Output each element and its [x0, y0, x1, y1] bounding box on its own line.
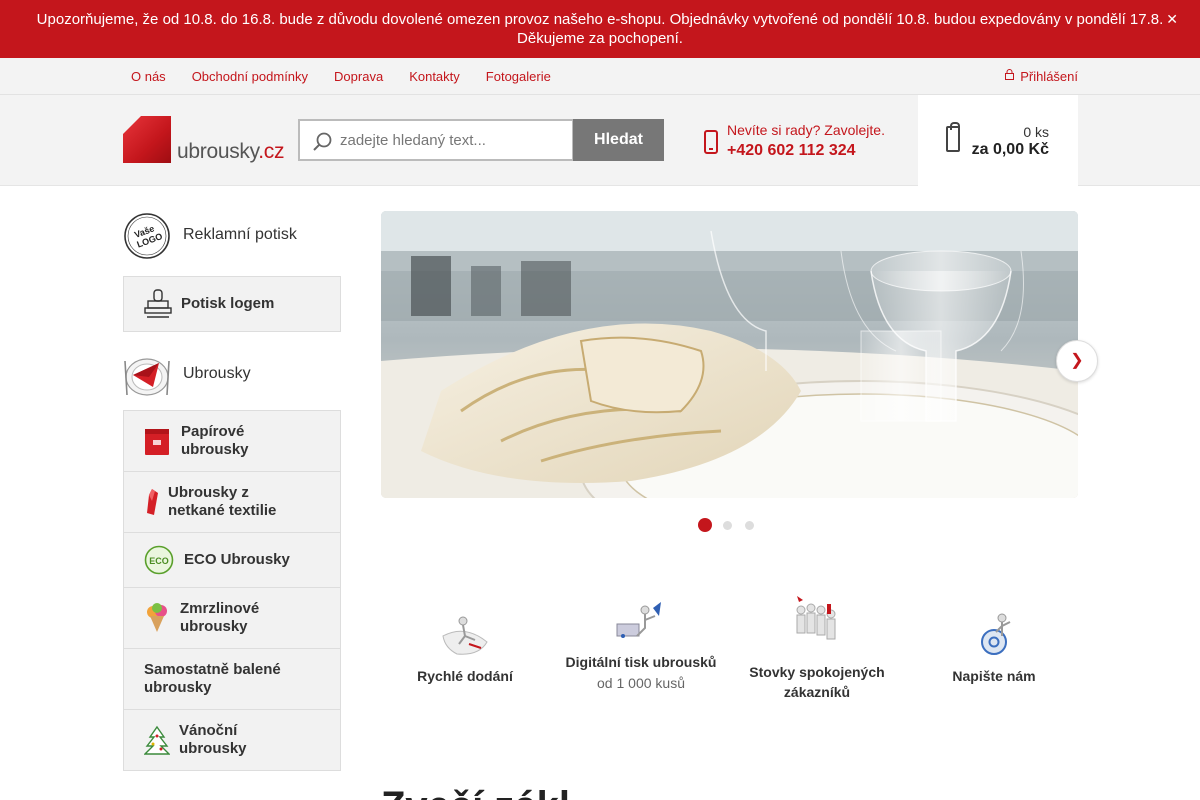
benefit-title: Digitální tisk ubrousků — [565, 654, 717, 670]
cart-count: 0 ks — [1023, 124, 1049, 140]
sidebar-heading-reklamni-potisk[interactable]: Vaše LOGO Reklamní potisk — [123, 211, 341, 261]
slider-dot-2[interactable] — [723, 520, 732, 530]
napkin-pack-icon — [145, 429, 169, 455]
logo-badge-icon: Vaše LOGO — [124, 213, 170, 259]
benefit-rychle-dodani: Rychlé dodání — [377, 596, 553, 686]
header: ubrousky.cz Hledat Nevíte si rady? Zavol… — [0, 95, 1200, 186]
benefit-digitalni-tisk: Digitální tisk ubrousků od 1 000 kusů — [553, 596, 729, 691]
logo-text: ubrousky.cz — [177, 140, 285, 163]
help-question: Nevíte si rady? Zavolejte. — [727, 122, 885, 138]
ice-cream-icon — [147, 603, 167, 632]
nav-link-kontakty[interactable]: Kontakty — [396, 69, 473, 84]
notice-bar: Upozorňujeme, že od 10.8. do 16.8. bude … — [0, 0, 1200, 58]
hero-image — [381, 211, 1078, 498]
site-logo[interactable]: ubrousky.cz — [123, 116, 285, 164]
sidebar-heading-label: Ubrousky — [183, 365, 251, 382]
eco-icon: ECO — [144, 545, 174, 575]
search-field — [298, 119, 574, 161]
sidebar-item-samostatne[interactable]: Samostatně balené ubrousky — [124, 649, 340, 710]
benefit-title: Rychlé dodání — [417, 668, 513, 684]
slider-dot-1[interactable] — [698, 518, 712, 532]
nav-link-obchodni-podminky[interactable]: Obchodní podmínky — [179, 69, 321, 84]
sidebar-heading-label: Reklamní potisk — [183, 226, 297, 243]
shopping-bag-icon — [946, 122, 960, 152]
slider-dot-3[interactable] — [745, 520, 754, 530]
sidebar-item-eco[interactable]: ECO ECO Ubrousky — [124, 533, 340, 588]
benefit-subtitle: od 1 000 kusů — [597, 675, 685, 691]
nav-link-fotogalerie[interactable]: Fotogalerie — [473, 69, 564, 84]
login-label: Přihlášení — [1020, 68, 1078, 84]
sidebar-item-label: Vánoční ubrousky — [179, 722, 247, 757]
benefit-title: Napište nám — [952, 668, 1036, 684]
cart-total: za 0,00 Kč — [971, 141, 1049, 158]
close-icon[interactable]: ✕ — [1166, 10, 1178, 29]
benefit-napiste-nam[interactable]: Napište nám — [906, 596, 1082, 686]
slider-pagination — [698, 518, 767, 532]
stamp-icon — [144, 289, 172, 318]
top-links: O nás Obchodní podmínky Doprava Kontakty… — [118, 58, 564, 94]
search-icon — [312, 131, 332, 151]
hero-slider[interactable] — [381, 211, 1078, 498]
search-form: Hledat — [298, 119, 664, 161]
napkin-fold-icon — [147, 489, 158, 515]
sidebar-heading-ubrousky[interactable]: Ubrousky — [123, 350, 341, 400]
notice-text-thanks: Děkujeme za pochopení. — [517, 30, 683, 47]
lock-icon — [1005, 69, 1015, 83]
phone-icon — [704, 130, 718, 154]
sidebar-item-zmrzlinove[interactable]: Zmrzlinové ubrousky — [124, 588, 340, 649]
sidebar-item-netkane[interactable]: Ubrousky z netkané textilie — [124, 472, 340, 533]
customers-icon — [796, 596, 836, 640]
digital-print-icon — [616, 602, 661, 638]
christmas-tree-icon — [144, 725, 170, 755]
search-input[interactable] — [340, 121, 570, 159]
benefit-title: Stovky spokojených zákazníků — [749, 664, 885, 700]
sidebar-item-label: Samostatně balené ubrousky — [144, 661, 281, 696]
sidebar-box-potisk: Potisk logem — [123, 276, 341, 332]
cart[interactable]: 0 ks za 0,00 Kč — [918, 95, 1078, 186]
sidebar-item-vanocni[interactable]: Vánoční ubrousky — [124, 710, 340, 770]
sidebar-item-label: Zmrzlinové ubrousky — [180, 600, 260, 635]
sidebar-item-potisk-logem[interactable]: Potisk logem — [124, 277, 340, 331]
section-heading: Zvečí zákl — [381, 784, 570, 800]
helpline: Nevíte si rady? Zavolejte. +420 602 112 … — [704, 120, 904, 162]
nav-link-o-nas[interactable]: O nás — [118, 69, 179, 84]
sidebar-item-label: ECO Ubrousky — [184, 551, 290, 568]
email-at-icon — [981, 613, 1011, 655]
login-link[interactable]: Přihlášení — [1005, 58, 1078, 94]
sidebar-box-ubrousky: Papírové ubrousky Ubrousky z netkané tex… — [123, 410, 341, 771]
svg-text:ECO: ECO — [149, 556, 169, 566]
sidebar-item-label: Papírové ubrousky — [181, 423, 249, 458]
delivery-runner-icon — [442, 616, 488, 655]
search-button[interactable]: Hledat — [573, 119, 664, 161]
sidebar-item-papirove[interactable]: Papírové ubrousky — [124, 411, 340, 472]
top-navigation: O nás Obchodní podmínky Doprava Kontakty… — [0, 58, 1200, 95]
sidebar-item-label: Ubrousky z netkané textilie — [168, 484, 277, 519]
phone-number[interactable]: +420 602 112 324 — [727, 142, 856, 160]
plate-napkin-icon — [124, 358, 170, 396]
benefit-spokojeni-zakaznici: Stovky spokojených zákazníků — [729, 596, 905, 702]
sidebar-item-label: Potisk logem — [181, 295, 275, 312]
nav-link-doprava[interactable]: Doprava — [321, 69, 396, 84]
notice-text: Upozorňujeme, že od 10.8. do 16.8. bude … — [36, 11, 1164, 28]
chevron-right-icon[interactable]: ❯ — [1056, 340, 1098, 382]
